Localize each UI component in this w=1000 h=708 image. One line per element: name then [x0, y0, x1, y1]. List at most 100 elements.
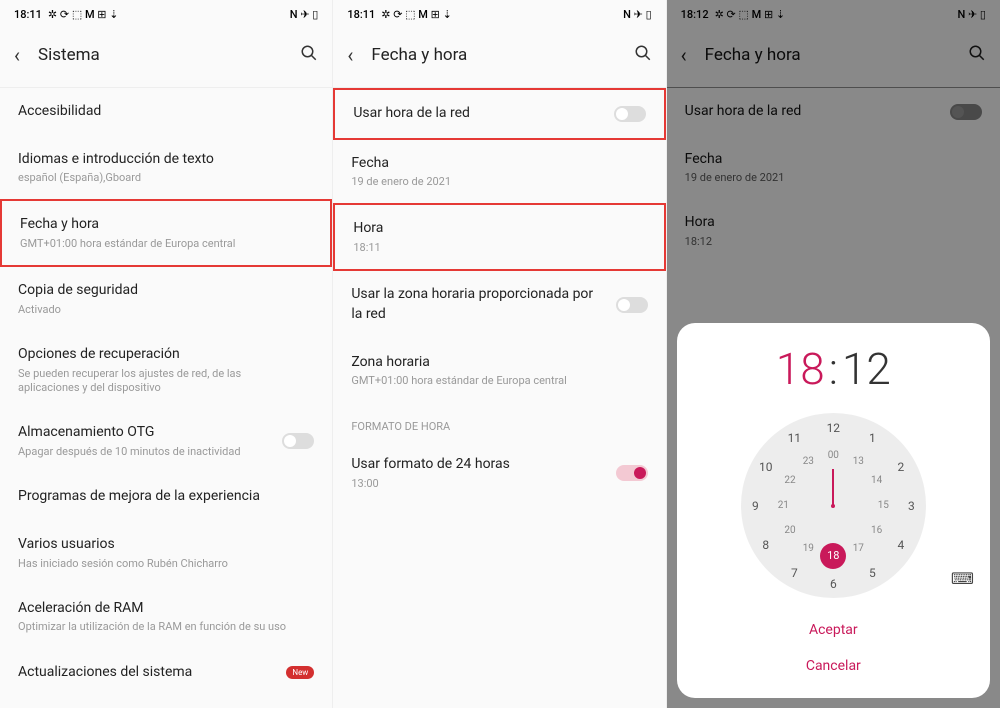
page-title: Fecha y hora [371, 45, 633, 65]
settings-item[interactable]: Hora 18:11 [333, 203, 665, 271]
clock-hour-22[interactable]: 22 [780, 471, 800, 491]
item-title: Fecha [351, 154, 637, 174]
time-picker-dialog: 18:12 1212345678910110013141516171819202… [677, 323, 990, 698]
clock-hand [832, 469, 834, 506]
settings-item[interactable]: Idiomas e introducción de textoespañol (… [0, 136, 332, 200]
status-icons-right: N ✈ ▯ [290, 8, 319, 21]
clock-hour-4[interactable]: 4 [891, 535, 911, 555]
cancel-button[interactable]: Cancelar [689, 648, 978, 684]
settings-item[interactable]: Fecha19 de enero de 2021 [333, 140, 665, 204]
item-title: Idiomas e introducción de texto [18, 150, 304, 170]
page-title: Sistema [38, 45, 300, 65]
item-subtitle: Activado [18, 303, 304, 317]
clock-hour-11[interactable]: 11 [784, 428, 804, 448]
clock-face[interactable]: 121234567891011001314151617181920212223 [741, 413, 926, 598]
item-title: Programas de mejora de la experiencia [18, 487, 304, 507]
settings-item[interactable]: Usar la zona horaria proporcionada por l… [333, 271, 665, 338]
settings-item[interactable]: Usar formato de 24 horas 13:00 [333, 441, 665, 505]
toggle-switch[interactable] [616, 465, 648, 481]
item-title: Copia de seguridad [18, 281, 304, 301]
toggle-switch[interactable] [616, 297, 648, 313]
toggle-switch[interactable] [282, 433, 314, 449]
clock-hour-12[interactable]: 12 [823, 418, 843, 438]
clock-selected-hour[interactable]: 18 [820, 543, 846, 569]
clock-hour-5[interactable]: 5 [862, 563, 882, 583]
screen-time-picker: 18:12 ✲ ⟳ ⬚ M ⊞ ⇣ N ✈ ▯ ‹ Fecha y hora U… [667, 0, 1000, 708]
item-subtitle: Has iniciado sesión como Rubén Chicharro [18, 557, 304, 571]
item-title: Zona horaria [351, 353, 637, 373]
status-time: 18:11 [347, 8, 375, 21]
settings-item[interactable]: Usar hora de la red [333, 88, 665, 140]
item-subtitle: Apagar después de 10 minutos de inactivi… [18, 445, 272, 459]
clock-hour-10[interactable]: 10 [756, 457, 776, 477]
item-title: Fecha y hora [20, 215, 302, 235]
clock-hour-15[interactable]: 15 [873, 496, 893, 516]
clock-hour-8[interactable]: 8 [756, 535, 776, 555]
new-badge: New [286, 666, 314, 679]
header: ‹ Fecha y hora [333, 29, 665, 87]
settings-item[interactable]: Accesibilidad [0, 88, 332, 136]
section-header: FORMATO DE HORA [333, 402, 665, 441]
clock-hour-17[interactable]: 17 [848, 539, 868, 559]
clock-hour-9[interactable]: 9 [745, 496, 765, 516]
settings-item[interactable]: Fecha y hora GMT+01:00 hora estándar de E… [0, 199, 332, 267]
status-bar: 18:11 ✲ ⟳ ⬚ M ⊞ ⇣ N ✈ ▯ [0, 0, 332, 29]
clock-hour-16[interactable]: 16 [867, 521, 887, 541]
item-subtitle: Optimizar la utilización de la RAM en fu… [18, 620, 304, 634]
status-icons-left: ✲ ⟳ ⬚ M ⊞ ⇣ [381, 8, 452, 21]
settings-item[interactable]: Aceleración de RAMOptimizar la utilizaci… [0, 585, 332, 649]
status-icons-left: ✲ ⟳ ⬚ M ⊞ ⇣ [48, 8, 119, 21]
settings-item[interactable]: Almacenamiento OTG Apagar después de 10 m… [0, 409, 332, 473]
item-subtitle: 13:00 [351, 477, 605, 491]
settings-item[interactable]: Programas de mejora de la experiencia [0, 473, 332, 521]
clock-hour-2[interactable]: 2 [891, 457, 911, 477]
clock-hour-3[interactable]: 3 [901, 496, 921, 516]
back-icon[interactable]: ‹ [347, 43, 353, 67]
item-title: Hora [353, 219, 635, 239]
clock-hour-1[interactable]: 1 [862, 428, 882, 448]
clock-hour-20[interactable]: 20 [780, 521, 800, 541]
item-subtitle: 18:11 [353, 241, 635, 255]
clock-center [831, 504, 835, 508]
item-subtitle: español (España),Gboard [18, 171, 304, 185]
search-icon[interactable] [300, 44, 318, 67]
clock-hour-00[interactable]: 00 [823, 446, 843, 466]
hour-value[interactable]: 18 [776, 343, 825, 395]
screen-fecha-hora: 18:11 ✲ ⟳ ⬚ M ⊞ ⇣ N ✈ ▯ ‹ Fecha y hora U… [333, 0, 666, 708]
item-subtitle: Se pueden recuperar los ajustes de red, … [18, 367, 304, 396]
time-display: 18:12 [689, 343, 978, 395]
item-title: Almacenamiento OTG [18, 423, 272, 443]
screen-sistema: 18:11 ✲ ⟳ ⬚ M ⊞ ⇣ N ✈ ▯ ‹ Sistema Accesi… [0, 0, 333, 708]
search-icon[interactable] [634, 44, 652, 67]
settings-item[interactable]: Apagar [0, 696, 332, 708]
item-title: Usar formato de 24 horas [351, 455, 605, 475]
keyboard-icon[interactable]: ⌨ [951, 569, 974, 588]
settings-item[interactable]: Zona horariaGMT+01:00 hora estándar de E… [333, 339, 665, 403]
settings-item[interactable]: Opciones de recuperaciónSe pueden recupe… [0, 331, 332, 409]
clock-hour-23[interactable]: 23 [798, 452, 818, 472]
item-subtitle: GMT+01:00 hora estándar de Europa centra… [351, 374, 637, 388]
item-title: Aceleración de RAM [18, 599, 304, 619]
settings-item[interactable]: Copia de seguridad Activado [0, 267, 332, 331]
back-icon[interactable]: ‹ [14, 43, 20, 67]
minute-value[interactable]: 12 [842, 343, 891, 395]
clock-hour-19[interactable]: 19 [798, 539, 818, 559]
item-subtitle: 19 de enero de 2021 [351, 175, 637, 189]
accept-button[interactable]: Aceptar [689, 612, 978, 648]
clock-hour-21[interactable]: 21 [773, 496, 793, 516]
item-title: Usar la zona horaria proporcionada por l… [351, 285, 605, 324]
clock-hour-6[interactable]: 6 [823, 574, 843, 594]
status-time: 18:11 [14, 8, 42, 21]
clock-hour-14[interactable]: 14 [867, 471, 887, 491]
header: ‹ Sistema [0, 29, 332, 87]
toggle-switch[interactable] [614, 106, 646, 122]
item-title: Varios usuarios [18, 535, 304, 555]
item-title: Actualizaciones del sistema [18, 663, 276, 683]
settings-item[interactable]: Actualizaciones del sistema New [0, 649, 332, 697]
clock-hour-13[interactable]: 13 [848, 452, 868, 472]
status-icons-right: N ✈ ▯ [623, 8, 652, 21]
clock-hour-7[interactable]: 7 [784, 563, 804, 583]
status-bar: 18:11 ✲ ⟳ ⬚ M ⊞ ⇣ N ✈ ▯ [333, 0, 665, 29]
item-subtitle: GMT+01:00 hora estándar de Europa centra… [20, 237, 302, 251]
settings-item[interactable]: Varios usuarios Has iniciado sesión como … [0, 521, 332, 585]
